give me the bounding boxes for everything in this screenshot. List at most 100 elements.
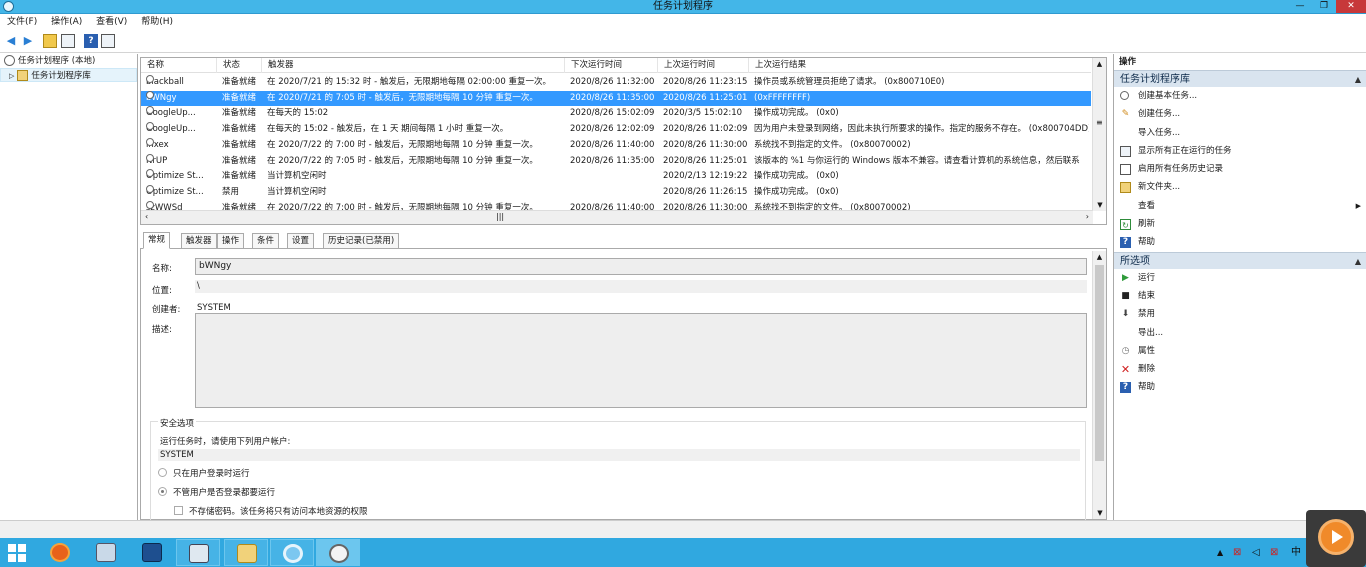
- action-export[interactable]: 导出...: [1114, 324, 1366, 342]
- radio-run-logged-on[interactable]: 只在用户登录时运行: [158, 467, 250, 479]
- action-help-library[interactable]: ? 帮助: [1114, 233, 1366, 251]
- task-row[interactable]: inxex 准备就绪在 2020/7/22 的 7:00 时 - 触发后，无限期地…: [141, 137, 1091, 154]
- taskbar-remote-desktop[interactable]: [176, 539, 220, 566]
- task-cell-status: 准备就绪: [217, 154, 262, 170]
- task-row[interactable]: Optimize St... 准备就绪 当计算机空闲时 2020/2/13 12:19…: [141, 169, 1091, 185]
- tray-ime-indicator[interactable]: 中: [1291, 538, 1301, 567]
- collapse-icon[interactable]: ▲: [1355, 71, 1361, 88]
- action-refresh[interactable]: ↻ 刷新: [1114, 215, 1366, 233]
- minimize-button[interactable]: —: [1288, 0, 1312, 13]
- radio-run-whether-logged-on[interactable]: 不管用户是否登录都要运行: [158, 486, 275, 498]
- menu-view[interactable]: 查看(V): [92, 14, 131, 31]
- action-new-folder[interactable]: 新文件夹...: [1114, 178, 1366, 196]
- actions-title: 操作: [1119, 57, 1137, 67]
- task-row[interactable]: NrUP 准备就绪在 2020/7/22 的 7:05 时 - 触发后，无限期地每…: [141, 153, 1091, 170]
- task-cell-text: 当计算机空闲时: [267, 171, 327, 182]
- tray-show-hidden-icon[interactable]: ▲: [1217, 538, 1223, 567]
- details-vertical-scrollbar[interactable]: ▲ ▼: [1092, 251, 1106, 519]
- column-last-run[interactable]: 上次运行时间: [658, 58, 749, 73]
- actions-section-library[interactable]: 任务计划程序库 ▲: [1114, 70, 1366, 87]
- collapse-icon[interactable]: ▲: [1355, 253, 1361, 270]
- taskbar-firefox[interactable]: [38, 539, 82, 566]
- actions-section-selected-item[interactable]: 所选项 ▲: [1114, 251, 1366, 270]
- action-create-basic-task[interactable]: 创建基本任务...: [1114, 87, 1366, 105]
- description-field[interactable]: [195, 313, 1087, 408]
- forward-arrow-icon[interactable]: ▶: [21, 34, 35, 48]
- column-next-run[interactable]: 下次运行时间: [565, 58, 658, 73]
- column-status[interactable]: 状态: [217, 58, 262, 73]
- taskbar-file-explorer[interactable]: [224, 539, 268, 566]
- tab-settings[interactable]: 设置: [287, 233, 315, 249]
- help-icon[interactable]: ?: [84, 34, 98, 48]
- show-hide-action-pane-icon[interactable]: [101, 34, 115, 48]
- column-trigger[interactable]: 触发器: [262, 58, 565, 73]
- show-hide-console-tree-icon[interactable]: [61, 34, 75, 48]
- tree-root[interactable]: 任务计划程序 (本地): [0, 54, 137, 68]
- checkbox[interactable]: [174, 506, 183, 515]
- tray-alert-icon[interactable]: ⊠: [1270, 538, 1278, 567]
- task-row[interactable]: bWNgy 准备就绪在 2020/7/21 的 7:05 时 - 触发后，无限期地…: [141, 90, 1091, 107]
- task-cell-text: 当计算机空闲时: [267, 186, 327, 197]
- column-name[interactable]: 名称: [141, 58, 217, 73]
- task-cell-status: 准备就绪: [217, 169, 262, 185]
- task-cell-text: 2020/8/26 11:40:00: [570, 139, 655, 150]
- tray-speaker-icon[interactable]: ◁: [1252, 538, 1260, 567]
- action-properties[interactable]: ◷ 属性: [1114, 342, 1366, 360]
- task-cell-result: 操作成功完成。 (0x0): [749, 185, 1089, 201]
- task-cell-next: 2020/8/26 11:40:00: [565, 138, 658, 154]
- taskbar-task-scheduler[interactable]: [316, 539, 360, 566]
- taskbar-server-manager[interactable]: [84, 539, 128, 566]
- action-view[interactable]: 查看 ▶: [1114, 197, 1366, 215]
- menu-help[interactable]: 帮助(H): [137, 14, 177, 31]
- task-list-horizontal-scrollbar[interactable]: ‹ ||| ›: [141, 210, 1093, 224]
- task-cell-text: 2020/8/26 11:32:00: [570, 77, 655, 87]
- tab-actions[interactable]: 操作: [217, 233, 245, 249]
- taskbar-settings[interactable]: [270, 539, 314, 566]
- taskbar-powershell[interactable]: [130, 539, 174, 566]
- task-list-vertical-scrollbar[interactable]: ▲ ≡ ▼: [1092, 58, 1106, 211]
- screen-recorder-overlay[interactable]: [1306, 510, 1366, 567]
- back-arrow-icon[interactable]: ◀: [4, 34, 18, 48]
- windows-start-icon[interactable]: [8, 544, 26, 562]
- name-field[interactable]: bWNgy: [195, 258, 1087, 275]
- task-row[interactable]: GoogleUp... 准备就绪 在每天的 15:02 2020/8/26 15:02…: [141, 106, 1091, 122]
- title-bar: 任务计划程序 — ❐ ✕: [0, 0, 1366, 14]
- author-label: 创建者:: [152, 305, 181, 315]
- task-cell-text: 在 2020/7/22 的 7:05 时 - 触发后，无限期地每隔 10 分钟 …: [267, 155, 538, 166]
- close-button[interactable]: ✕: [1336, 0, 1366, 13]
- action-enable-history[interactable]: 启用所有任务历史记录: [1114, 160, 1366, 178]
- menu-action[interactable]: 操作(A): [47, 14, 86, 31]
- column-last-result[interactable]: 上次运行结果: [749, 58, 1091, 73]
- tab-history[interactable]: 历史记录(已禁用): [323, 233, 400, 249]
- task-cell-trigger: 在 2020/7/22 的 7:05 时 - 触发后，无限期地每隔 10 分钟 …: [262, 154, 565, 170]
- checkbox-do-not-store-password[interactable]: 不存储密码。该任务将只有访问本地资源的权限: [174, 505, 368, 517]
- action-delete[interactable]: ✕ 删除: [1114, 360, 1366, 378]
- menu-file[interactable]: 文件(F): [3, 14, 41, 31]
- action-run[interactable]: ▶ 运行: [1114, 269, 1366, 287]
- tab-conditions[interactable]: 条件: [252, 233, 280, 249]
- radio-button[interactable]: [158, 468, 167, 477]
- task-cell-text: 准备就绪: [222, 171, 257, 182]
- tree-task-library[interactable]: ▷ 任务计划程序库: [0, 68, 137, 82]
- history-icon: [1120, 164, 1131, 176]
- action-help-selected[interactable]: ? 帮助: [1114, 378, 1366, 396]
- task-row[interactable]: Optimize St... 禁用 当计算机空闲时 2020/8/26 11:26:1…: [141, 184, 1091, 201]
- restore-button[interactable]: ❐: [1312, 0, 1336, 13]
- action-create-task[interactable]: ✎ 创建任务...: [1114, 105, 1366, 123]
- task-cell-text: 2020/8/26 11:25:01: [663, 155, 748, 166]
- expand-arrow-icon[interactable]: ▷: [9, 72, 14, 80]
- up-folder-icon[interactable]: [43, 34, 57, 48]
- task-row[interactable]: GoogleUp... 准备就绪 在每天的 15:02 - 触发后，在 1 天 期间…: [141, 122, 1091, 138]
- action-end[interactable]: ■ 结束: [1114, 287, 1366, 305]
- task-row[interactable]: blackball 准备就绪在 2020/7/21 的 15:32 时 - 触发后…: [141, 75, 1091, 91]
- action-import-task[interactable]: 导入任务...: [1114, 124, 1366, 142]
- action-display-running[interactable]: 显示所有正在运行的任务: [1114, 142, 1366, 160]
- radio-button-selected[interactable]: [158, 487, 167, 496]
- tray-network-icon[interactable]: ⊠: [1233, 538, 1241, 567]
- action-disable[interactable]: ⬇ 禁用: [1114, 305, 1366, 323]
- task-cell-status: 准备就绪: [217, 75, 262, 91]
- tab-triggers[interactable]: 触发器: [181, 233, 217, 249]
- task-cell-result: (0xFFFFFFFF): [749, 91, 1089, 107]
- tab-general[interactable]: 常规: [143, 232, 171, 249]
- submenu-arrow-icon: ▶: [1355, 201, 1361, 210]
